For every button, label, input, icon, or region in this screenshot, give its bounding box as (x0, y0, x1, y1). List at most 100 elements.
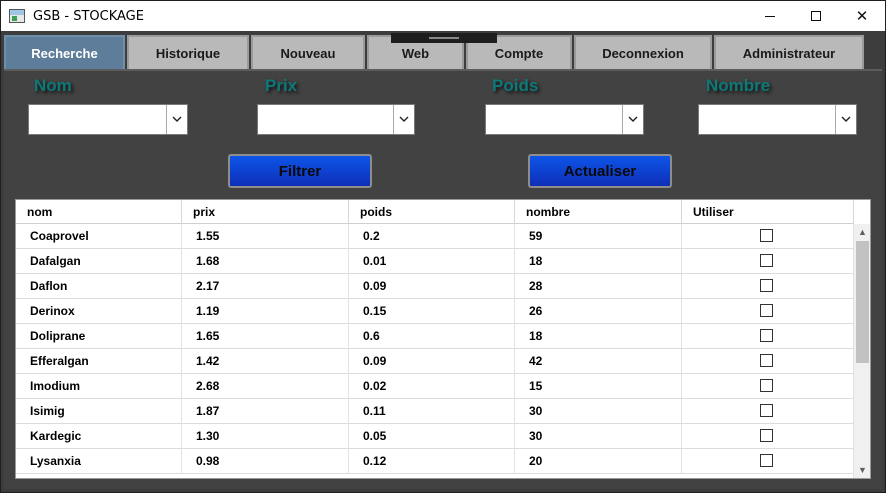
chevron-down-icon (399, 116, 409, 122)
tab-recherche[interactable]: Recherche (4, 35, 125, 69)
table-row[interactable]: Efferalgan 1.42 0.09 42 (16, 349, 854, 374)
cell-poids[interactable]: 0.05 (349, 424, 515, 449)
actualiser-button[interactable]: Actualiser (528, 154, 672, 188)
cell-nombre[interactable]: 18 (515, 324, 682, 349)
cell-prix[interactable]: 1.87 (182, 399, 349, 424)
cell-prix[interactable]: 1.65 (182, 324, 349, 349)
nombre-label: Nombre (706, 76, 771, 95)
cell-prix[interactable]: 1.19 (182, 299, 349, 324)
cell-prix[interactable]: 0.98 (182, 449, 349, 474)
column-header-poids[interactable]: poids (349, 200, 515, 224)
tab-nouveau[interactable]: Nouveau (251, 35, 365, 69)
column-header-nom[interactable]: nom (16, 200, 182, 224)
cell-utiliser (682, 449, 854, 474)
cell-nom[interactable]: Derinox (16, 299, 182, 324)
cell-poids[interactable]: 0.01 (349, 249, 515, 274)
cell-nombre[interactable]: 18 (515, 249, 682, 274)
utiliser-checkbox[interactable] (760, 354, 773, 367)
cell-nombre[interactable]: 30 (515, 399, 682, 424)
utiliser-checkbox[interactable] (760, 254, 773, 267)
cell-prix[interactable]: 1.42 (182, 349, 349, 374)
utiliser-checkbox[interactable] (760, 304, 773, 317)
table-row[interactable]: Daflon 2.17 0.09 28 (16, 274, 854, 299)
cell-nombre[interactable]: 15 (515, 374, 682, 399)
cell-prix[interactable]: 1.68 (182, 249, 349, 274)
results-grid: nom prix poids nombre Utiliser Coaprovel… (15, 199, 871, 479)
cell-prix[interactable]: 1.30 (182, 424, 349, 449)
tab-historique[interactable]: Historique (127, 35, 249, 69)
cell-utiliser (682, 299, 854, 324)
window-controls: ✕ (747, 1, 885, 31)
column-header-utiliser[interactable]: Utiliser (682, 200, 854, 224)
maximize-button[interactable] (793, 1, 839, 31)
poids-combobox[interactable] (485, 104, 644, 135)
chevron-down-icon (841, 116, 851, 122)
cell-nom[interactable]: Dafalgan (16, 249, 182, 274)
cell-poids[interactable]: 0.2 (349, 224, 515, 249)
utiliser-checkbox[interactable] (760, 229, 773, 242)
cell-prix[interactable]: 2.68 (182, 374, 349, 399)
cell-nom[interactable]: Doliprane (16, 324, 182, 349)
poids-label: Poids (492, 76, 539, 95)
cell-nom[interactable]: Coaprovel (16, 224, 182, 249)
table-row[interactable]: Dafalgan 1.68 0.01 18 (16, 249, 854, 274)
table-row[interactable]: Derinox 1.19 0.15 26 (16, 299, 854, 324)
scroll-down-icon[interactable]: ▼ (854, 462, 870, 478)
cell-nombre[interactable]: 20 (515, 449, 682, 474)
table-row[interactable]: Isimig 1.87 0.11 30 (16, 399, 854, 424)
table-row[interactable]: Lysanxia 0.98 0.12 20 (16, 449, 854, 474)
cell-nom[interactable]: Isimig (16, 399, 182, 424)
scroll-thumb[interactable] (856, 241, 869, 363)
cell-poids[interactable]: 0.11 (349, 399, 515, 424)
table-row[interactable]: Kardegic 1.30 0.05 30 (16, 424, 854, 449)
table-row[interactable]: Imodium 2.68 0.02 15 (16, 374, 854, 399)
cell-utiliser (682, 424, 854, 449)
cell-nombre[interactable]: 30 (515, 424, 682, 449)
cell-nom[interactable]: Imodium (16, 374, 182, 399)
utiliser-checkbox[interactable] (760, 279, 773, 292)
cell-nom[interactable]: Kardegic (16, 424, 182, 449)
cell-nom[interactable]: Lysanxia (16, 449, 182, 474)
cell-nom[interactable]: Efferalgan (16, 349, 182, 374)
cell-poids[interactable]: 0.09 (349, 274, 515, 299)
prix-combobox[interactable] (257, 104, 415, 135)
utiliser-checkbox[interactable] (760, 329, 773, 342)
cell-poids[interactable]: 0.12 (349, 449, 515, 474)
close-button[interactable]: ✕ (839, 1, 885, 31)
table-row[interactable]: Doliprane 1.65 0.6 18 (16, 324, 854, 349)
scroll-up-icon[interactable]: ▲ (854, 224, 870, 241)
column-header-prix[interactable]: prix (182, 200, 349, 224)
vertical-scrollbar[interactable]: ▲ ▼ (853, 224, 870, 478)
cell-poids[interactable]: 0.6 (349, 324, 515, 349)
cell-nombre[interactable]: 42 (515, 349, 682, 374)
tab-deconnexion[interactable]: Deconnexion (574, 35, 712, 69)
cell-nombre[interactable]: 59 (515, 224, 682, 249)
app-icon (9, 9, 25, 23)
tab-administrateur[interactable]: Administrateur (714, 35, 864, 69)
combo-separator (622, 105, 623, 134)
column-header-nombre[interactable]: nombre (515, 200, 682, 224)
nombre-combobox[interactable] (698, 104, 857, 135)
title-bar: GSB - STOCKAGE ✕ (1, 1, 885, 31)
cell-poids[interactable]: 0.02 (349, 374, 515, 399)
utiliser-checkbox[interactable] (760, 454, 773, 467)
cell-poids[interactable]: 0.09 (349, 349, 515, 374)
cell-utiliser (682, 399, 854, 424)
cell-nombre[interactable]: 28 (515, 274, 682, 299)
cell-nombre[interactable]: 26 (515, 299, 682, 324)
window-title: GSB - STOCKAGE (33, 8, 144, 24)
minimize-button[interactable] (747, 1, 793, 31)
table-row[interactable]: Coaprovel 1.55 0.2 59 (16, 224, 854, 249)
resize-grip[interactable] (391, 33, 497, 43)
filtrer-button[interactable]: Filtrer (228, 154, 372, 188)
utiliser-checkbox[interactable] (760, 379, 773, 392)
cell-prix[interactable]: 1.55 (182, 224, 349, 249)
cell-nom[interactable]: Daflon (16, 274, 182, 299)
cell-poids[interactable]: 0.15 (349, 299, 515, 324)
utiliser-checkbox[interactable] (760, 404, 773, 417)
nom-combobox[interactable] (28, 104, 188, 135)
utiliser-checkbox[interactable] (760, 429, 773, 442)
maximize-icon (811, 11, 821, 21)
cell-prix[interactable]: 2.17 (182, 274, 349, 299)
combo-separator (393, 105, 394, 134)
